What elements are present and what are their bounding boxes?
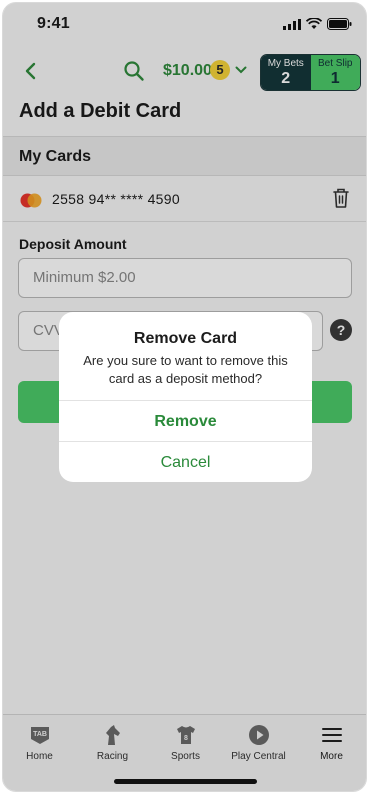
dialog-message: Are you sure to want to remove this card… [83, 353, 288, 386]
dialog-title: Remove Card [133, 330, 238, 347]
cancel-button[interactable]: Cancel [59, 441, 312, 482]
phone-screen: 9:41 $10.00 5 My Bets 2 Bet Slip 1 Add a… [2, 2, 367, 792]
remove-card-dialog: Remove Card Are you sure to want to remo… [59, 312, 312, 482]
remove-button[interactable]: Remove [59, 400, 312, 441]
home-indicator [114, 779, 257, 784]
